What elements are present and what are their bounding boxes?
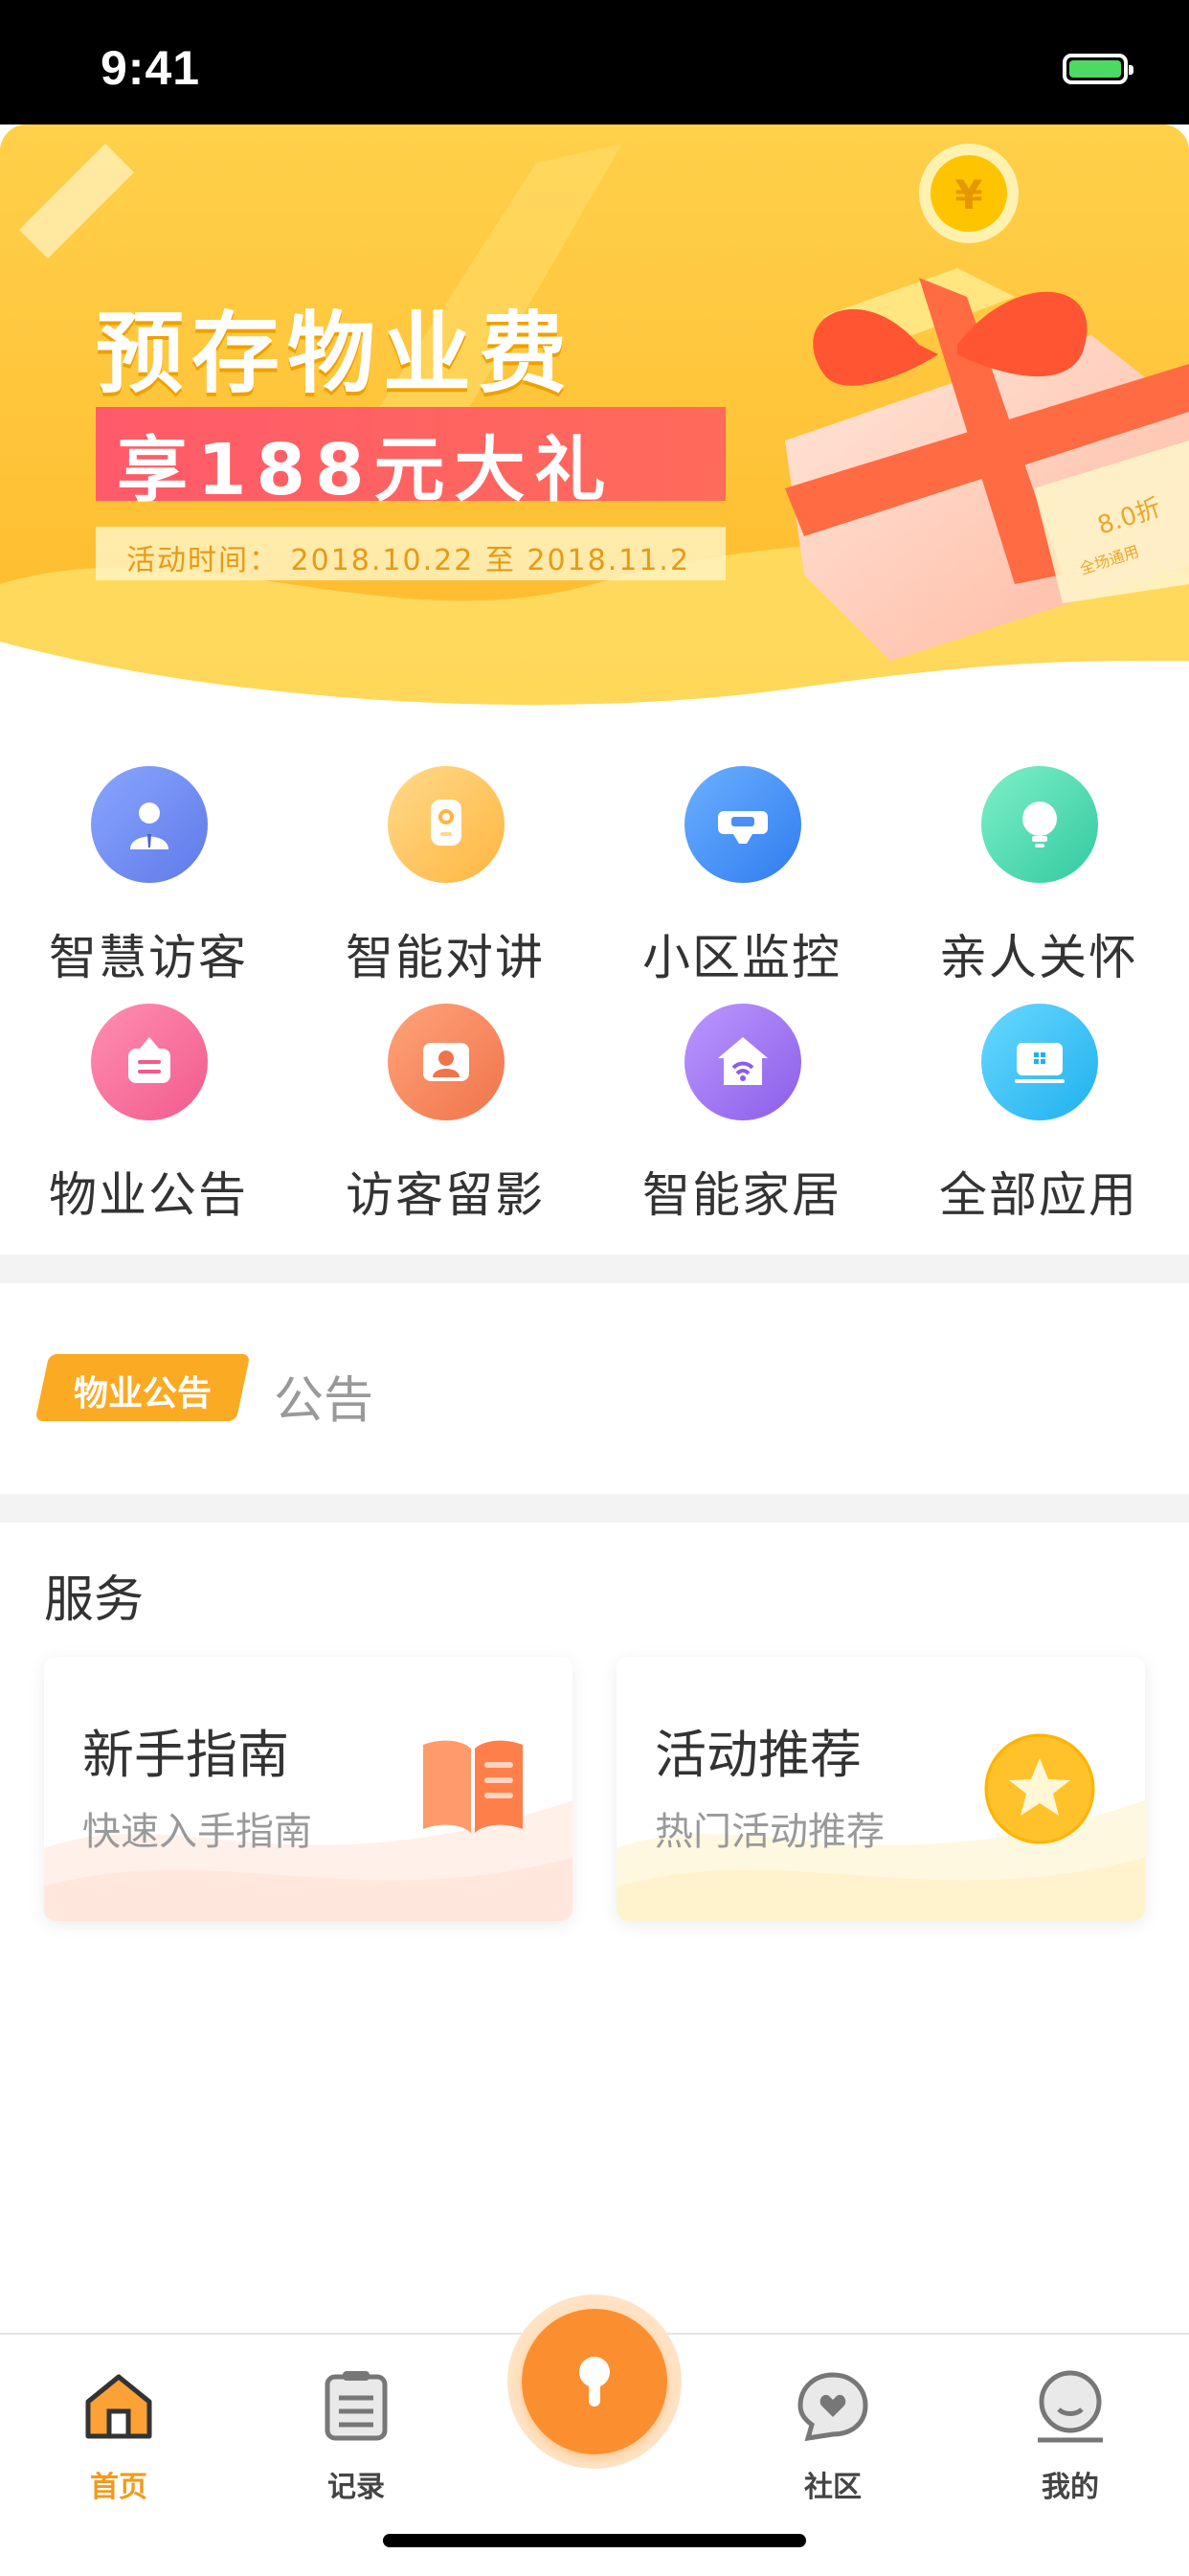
section-divider	[0, 1494, 1189, 1523]
tab-profile[interactable]: 我的	[952, 2335, 1189, 2526]
card-title: 活动推荐	[655, 1725, 862, 1785]
app-smart-intercom[interactable]: 智能对讲	[297, 766, 594, 996]
camera-icon	[684, 766, 801, 883]
section-divider	[0, 1254, 1189, 1283]
tab-label: 社区	[804, 2471, 862, 2504]
notice-bar[interactable]: 物业公告 公告	[0, 1283, 1189, 1494]
banner-subtitle-box: 享188元大礼	[96, 407, 726, 511]
home-indicator	[383, 2534, 806, 2547]
status-time: 9:41	[101, 41, 201, 95]
battery-charging-icon	[1063, 54, 1133, 84]
banner-date: 活动时间： 2018.10.22 至 2018.11.2	[126, 544, 691, 577]
profile-icon	[1038, 2370, 1103, 2443]
app-label: 亲人关怀	[939, 930, 1138, 985]
card-subtitle: 热门活动推荐	[655, 1810, 885, 1854]
app-community-monitor[interactable]: 小区监控	[594, 766, 890, 996]
services-title: 服务	[44, 1571, 145, 1629]
notice-text: 公告	[274, 1372, 374, 1430]
card-subtitle: 快速入手指南	[82, 1810, 312, 1854]
app-label: 智能家居	[642, 1167, 841, 1223]
tab-home[interactable]: 首页	[0, 2335, 237, 2526]
app-grid: 智慧访客 智能对讲 小区监控 亲人关怀 物业公告 访客留影 智能家居 全部应用	[0, 747, 1189, 1264]
tab-records[interactable]: 记录	[237, 2335, 475, 2526]
app-label: 小区监控	[642, 930, 841, 985]
app-visitor-photo[interactable]: 访客留影	[297, 1004, 594, 1233]
book-icon	[423, 1740, 523, 1833]
tab-label: 我的	[1042, 2471, 1099, 2504]
promo-banner[interactable]: ¥ 8.0折 全场通用 预存物业费 享188元大礼 活动时间： 2018.10.…	[0, 124, 1189, 728]
coin-symbol: ¥	[954, 171, 982, 218]
status-bar: 9:41	[0, 0, 1189, 124]
app-property-notice[interactable]: 物业公告	[0, 1004, 297, 1233]
records-icon	[325, 2371, 388, 2441]
all-apps-icon	[981, 1004, 1098, 1120]
smart-home-icon	[684, 1004, 801, 1120]
intercom-icon	[388, 766, 505, 883]
tab-label: 记录	[327, 2471, 385, 2504]
app-label: 物业公告	[49, 1167, 248, 1223]
card-title: 新手指南	[82, 1725, 289, 1785]
notice-icon	[91, 1004, 208, 1120]
app-all-apps[interactable]: 全部应用	[890, 1004, 1187, 1233]
app-label: 智能对讲	[346, 930, 545, 985]
unlock-key-button[interactable]	[507, 2294, 682, 2469]
service-card-activity[interactable]: 活动推荐 热门活动推荐	[617, 1657, 1145, 1921]
banner-subtitle: 享188元大礼	[117, 429, 616, 511]
banner-date-box: 活动时间： 2018.10.22 至 2018.11.2	[96, 527, 726, 580]
notice-tag-label: 物业公告	[73, 1374, 212, 1413]
photo-icon	[388, 1004, 505, 1120]
visitor-icon	[91, 766, 208, 883]
app-label: 全部应用	[939, 1167, 1138, 1223]
app-smart-visitor[interactable]: 智慧访客	[0, 766, 297, 996]
home-icon	[85, 2374, 152, 2439]
notice-tag: 物业公告	[34, 1354, 251, 1421]
key-icon	[579, 2357, 610, 2407]
app-label: 智慧访客	[49, 930, 248, 985]
tab-community[interactable]: 社区	[714, 2335, 952, 2526]
lightbulb-icon	[981, 766, 1098, 883]
key-button-inner	[522, 2309, 667, 2454]
service-card-guide[interactable]: 新手指南 快速入手指南	[44, 1657, 572, 1921]
app-family-care[interactable]: 亲人关怀	[890, 766, 1187, 996]
banner-title: 预存物业费	[96, 303, 575, 405]
star-icon	[984, 1733, 1095, 1844]
app-label: 访客留影	[346, 1167, 545, 1223]
app-smart-home[interactable]: 智能家居	[594, 1004, 890, 1233]
tab-label: 首页	[90, 2471, 147, 2504]
community-icon	[797, 2372, 868, 2442]
